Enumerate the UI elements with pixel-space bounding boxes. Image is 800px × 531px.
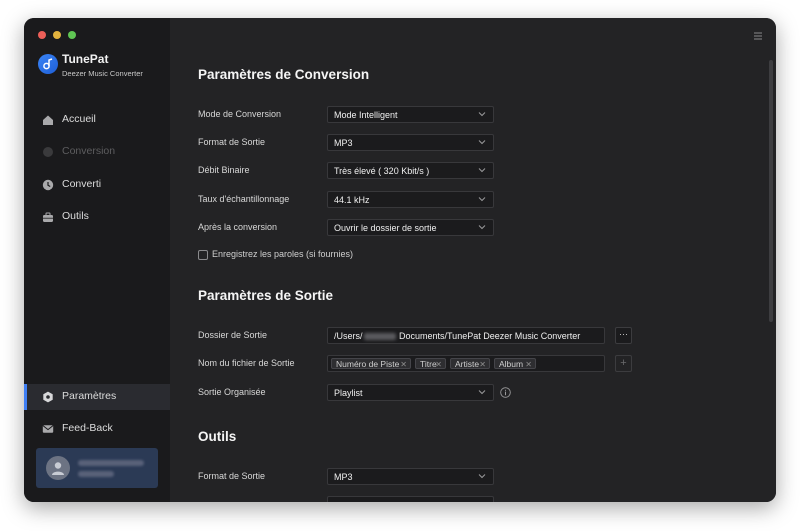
- chevron-down-icon: [478, 168, 486, 173]
- user-plan-redacted: [78, 471, 114, 477]
- filename-tag-title[interactable]: Titre ✕: [415, 358, 446, 369]
- remove-tag-icon[interactable]: ✕: [435, 359, 442, 370]
- samplerate-select[interactable]: 44.1 kHz: [327, 191, 494, 208]
- gear-icon: [43, 391, 53, 403]
- user-email-redacted: [78, 460, 144, 466]
- chevron-down-icon: [478, 197, 486, 202]
- sidebar-item-label: Conversion: [62, 145, 116, 157]
- scrollbar[interactable]: [769, 60, 773, 322]
- bitrate-select[interactable]: Très élevé ( 320 Kbit/s ): [327, 162, 494, 179]
- app-subtitle: Deezer Music Converter: [62, 69, 143, 78]
- output-section-title: Paramètres de Sortie: [198, 288, 334, 303]
- output-folder-label: Dossier de Sortie: [198, 330, 268, 340]
- chevron-down-icon: [478, 474, 486, 479]
- organized-output-label: Sortie Organisée: [198, 387, 266, 397]
- app-window: TunePat Deezer Music Converter Accueil C…: [24, 18, 776, 502]
- minimize-window-button[interactable]: [53, 31, 61, 39]
- samplerate-value: 44.1 kHz: [334, 195, 370, 205]
- close-window-button[interactable]: [38, 31, 46, 39]
- remove-tag-icon[interactable]: ✕: [525, 359, 532, 370]
- tag-label: Titre: [420, 359, 437, 369]
- remove-tag-icon[interactable]: ✕: [479, 359, 486, 370]
- sidebar-item-label: Outils: [62, 210, 89, 222]
- conversion-section-title: Paramètres de Conversion: [198, 67, 370, 82]
- clock-icon: [42, 179, 54, 191]
- app-logo-icon: [38, 54, 58, 74]
- sidebar: TunePat Deezer Music Converter Accueil C…: [24, 18, 170, 502]
- lyrics-checkbox-label: Enregistrez les paroles (si fournies): [212, 249, 354, 259]
- bitrate-value: Très élevé ( 320 Kbit/s ): [334, 166, 430, 176]
- mail-icon: [42, 425, 54, 433]
- organized-output-select[interactable]: Playlist: [327, 384, 494, 401]
- organized-output-value: Playlist: [334, 388, 363, 398]
- sidebar-item-conversion: Conversion: [24, 139, 170, 165]
- mode-value: Mode Intelligent: [334, 110, 398, 120]
- app-name: TunePat: [62, 52, 109, 66]
- zoom-window-button[interactable]: [68, 31, 76, 39]
- output-folder-suffix: Documents/TunePat Deezer Music Converter: [399, 331, 581, 341]
- conversion-icon: [43, 147, 53, 157]
- tools-format-select[interactable]: MP3: [327, 468, 494, 485]
- settings-panel: Paramètres de Conversion Mode de Convers…: [170, 18, 776, 502]
- output-folder-prefix: /Users/: [334, 331, 363, 341]
- remove-tag-icon[interactable]: ✕: [400, 359, 407, 370]
- tools-next-select[interactable]: [327, 496, 494, 502]
- sidebar-item-converti[interactable]: Converti: [24, 172, 170, 198]
- user-icon: [52, 462, 64, 475]
- format-select[interactable]: MP3: [327, 134, 494, 151]
- tools-section-title: Outils: [198, 429, 237, 444]
- chevron-down-icon: [478, 112, 486, 117]
- sidebar-item-parametres[interactable]: Paramètres: [24, 384, 170, 410]
- menu-icon[interactable]: [754, 32, 762, 40]
- add-tag-button[interactable]: +: [615, 355, 632, 372]
- sidebar-item-outils[interactable]: Outils: [24, 204, 170, 230]
- format-label: Format de Sortie: [198, 137, 266, 147]
- samplerate-label: Taux d'échantillonnage: [198, 194, 290, 204]
- sidebar-item-label: Accueil: [62, 113, 96, 125]
- mode-select[interactable]: Mode Intelligent: [327, 106, 494, 123]
- bitrate-label: Débit Binaire: [198, 165, 250, 175]
- filename-tag-album[interactable]: Album ✕: [494, 358, 536, 369]
- chevron-down-icon: [478, 225, 486, 230]
- lyrics-checkbox[interactable]: [198, 250, 208, 260]
- tools-format-value: MP3: [334, 472, 353, 482]
- after-conversion-select[interactable]: Ouvrir le dossier de sortie: [327, 219, 494, 236]
- filename-tag-artist[interactable]: Artiste ✕: [450, 358, 490, 369]
- after-conversion-value: Ouvrir le dossier de sortie: [334, 223, 437, 233]
- sidebar-item-label: Converti: [62, 178, 102, 190]
- toolbox-icon: [43, 212, 53, 222]
- format-value: MP3: [334, 138, 353, 148]
- sidebar-item-feedback[interactable]: Feed-Back: [24, 416, 170, 442]
- after-conversion-label: Après la conversion: [198, 222, 278, 232]
- browse-folder-button[interactable]: ···: [615, 327, 632, 344]
- mode-label: Mode de Conversion: [198, 109, 282, 119]
- filename-tag-track-number[interactable]: Numéro de Piste ✕: [331, 358, 411, 369]
- sidebar-item-label: Feed-Back: [62, 422, 113, 434]
- tag-label: Album: [499, 359, 524, 369]
- sidebar-item-accueil[interactable]: Accueil: [24, 107, 170, 133]
- avatar: [46, 456, 70, 480]
- output-filename-tags[interactable]: Numéro de Piste ✕ Titre ✕ Artiste ✕ Albu…: [327, 355, 605, 372]
- tag-label: Numéro de Piste: [336, 359, 400, 369]
- output-filename-label: Nom du fichier de Sortie: [198, 358, 295, 368]
- redacted-username: [364, 333, 396, 340]
- sidebar-item-label: Paramètres: [62, 390, 117, 402]
- tag-label: Artiste: [455, 359, 480, 369]
- chevron-down-icon: [478, 390, 486, 395]
- output-folder-field[interactable]: /Users/ Documents/TunePat Deezer Music C…: [327, 327, 605, 344]
- user-account-card[interactable]: [36, 448, 158, 488]
- info-icon[interactable]: [500, 387, 511, 398]
- chevron-down-icon: [478, 140, 486, 145]
- tools-format-label: Format de Sortie: [198, 471, 266, 481]
- home-icon: [43, 115, 53, 125]
